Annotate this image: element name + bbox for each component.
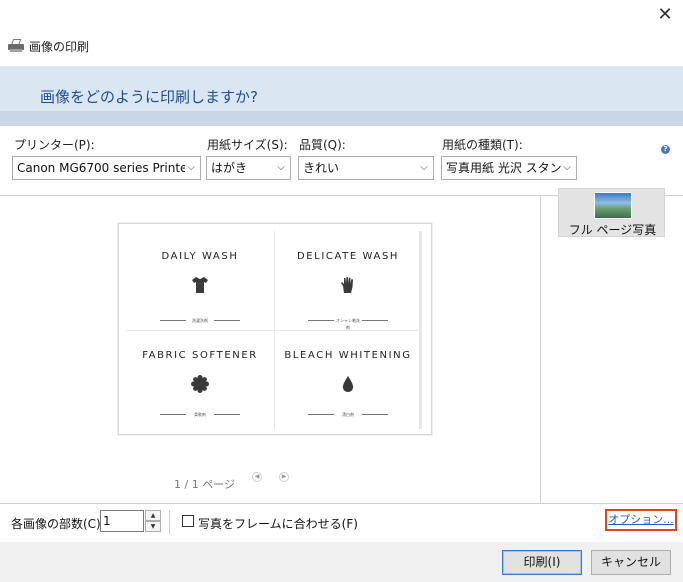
preview-label-bleach-whitening: BLEACH WHITENING 漂白剤: [274, 330, 422, 429]
printer-select[interactable]: Canon MG6700 series Printer ⌵: [12, 156, 201, 180]
paper-type-select[interactable]: 写真用紙 光沢 スタンダ ⌵: [441, 156, 577, 180]
copies-label: 各画像の部数(C):: [11, 517, 105, 531]
preview-label-caption: 漂白剤: [308, 411, 388, 418]
landscape-photo-icon: [594, 192, 632, 219]
spin-down-icon[interactable]: ▼: [145, 521, 161, 532]
preview-label-title: DELICATE WASH: [296, 251, 400, 262]
quality-select[interactable]: きれい ⌵: [298, 156, 434, 180]
divider: [0, 503, 683, 504]
paper-type-select-value: 写真用紙 光沢 スタンダ: [446, 161, 574, 175]
chevron-down-icon: ⌵: [275, 157, 287, 179]
quality-select-value: きれい: [303, 161, 340, 175]
cancel-button[interactable]: キャンセル: [591, 550, 671, 575]
hand-icon: [341, 277, 353, 293]
quality-label: 品質(Q):: [299, 138, 346, 152]
divider: [169, 510, 170, 534]
window-title-bar: 画像の印刷: [8, 38, 89, 54]
spin-up-icon[interactable]: ▲: [145, 510, 161, 521]
header-banner-stripe: [0, 111, 683, 126]
print-button[interactable]: 印刷(I): [502, 550, 582, 575]
preview-label-caption: 柔軟剤: [160, 411, 240, 418]
tshirt-icon: [192, 277, 208, 293]
paper-size-select-value: はがき: [211, 161, 248, 175]
preview-page: DAILY WASH 洗濯洗剤 DELICATE WASH オシャレ着洗剤 FA…: [126, 231, 422, 429]
flower-icon: [191, 375, 209, 393]
window-title: 画像の印刷: [29, 39, 90, 54]
chevron-down-icon: ⌵: [561, 157, 573, 179]
options-link[interactable]: オプション...: [605, 509, 677, 531]
next-page-icon[interactable]: ▶: [279, 472, 289, 482]
preview-label-delicate-wash: DELICATE WASH オシャレ着洗剤: [274, 231, 422, 330]
preview-label-title: DAILY WASH: [161, 251, 239, 262]
chevron-down-icon: ⌵: [185, 157, 197, 179]
paper-size-select[interactable]: はがき ⌵: [206, 156, 291, 180]
fit-frame-label: 写真をフレームに合わせる(F): [198, 517, 358, 531]
page-indicator: 1 / 1 ページ: [174, 478, 235, 491]
help-icon[interactable]: ?: [661, 145, 670, 154]
printer-select-value: Canon MG6700 series Printer: [17, 161, 193, 175]
preview-label-caption: 洗濯洗剤: [160, 317, 240, 324]
printer-icon: [8, 39, 24, 53]
layout-option-full-page[interactable]: フル ページ写真: [558, 188, 665, 237]
layout-option-label: フル ページ写真: [568, 223, 657, 237]
paper-type-label: 用紙の種類(T):: [442, 138, 523, 152]
divider: [540, 196, 541, 503]
copies-input[interactable]: 1: [100, 510, 144, 532]
close-icon[interactable]: ✕: [650, 4, 680, 28]
preview-label-title: BLEACH WHITENING: [284, 350, 412, 361]
chevron-down-icon: ⌵: [418, 157, 430, 179]
preview-label-fabric-softener: FABRIC SOFTENER 柔軟剤: [126, 330, 274, 429]
page-heading: 画像をどのように印刷しますか?: [40, 88, 258, 106]
drop-icon: [342, 376, 354, 392]
print-preview: DAILY WASH 洗濯洗剤 DELICATE WASH オシャレ着洗剤 FA…: [118, 223, 432, 435]
previous-page-icon[interactable]: ◀: [252, 472, 262, 482]
preview-label-caption: オシャレ着洗剤: [308, 317, 388, 330]
preview-label-title: FABRIC SOFTENER: [142, 350, 258, 361]
fit-frame-checkbox[interactable]: [182, 515, 194, 527]
printer-label: プリンター(P):: [14, 138, 95, 152]
paper-size-label: 用紙サイズ(S):: [207, 138, 288, 152]
preview-label-daily-wash: DAILY WASH 洗濯洗剤: [126, 231, 274, 330]
